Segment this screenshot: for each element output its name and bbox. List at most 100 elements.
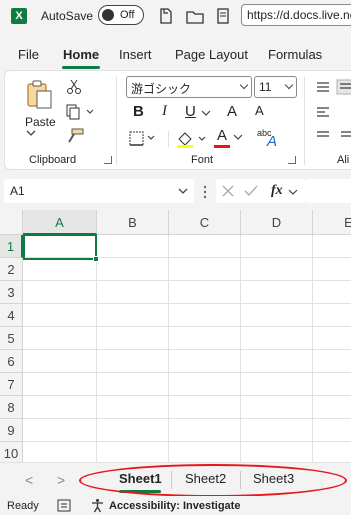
prev-sheet-button[interactable]: <	[25, 472, 33, 488]
gridline	[23, 326, 351, 327]
enter-check-icon[interactable]	[244, 185, 258, 197]
spreadsheet-grid[interactable]: A B C D E 1 2 3 4 5 6 7 8 9 10	[0, 210, 351, 462]
row-header-10[interactable]: 10	[0, 442, 23, 462]
row-header-3[interactable]: 3	[0, 281, 23, 304]
gridline	[240, 235, 241, 462]
accessibility-icon[interactable]	[90, 498, 105, 513]
fill-handle[interactable]	[93, 256, 99, 262]
excel-logo-icon: X	[11, 8, 27, 24]
gridline	[23, 303, 351, 304]
fill-color-icon[interactable]	[175, 129, 209, 149]
font-color-button[interactable]: A	[217, 127, 227, 144]
row-header-1[interactable]: 1	[0, 235, 23, 258]
tab-formulas[interactable]: Formulas	[268, 47, 322, 62]
row-header-8[interactable]: 8	[0, 396, 23, 419]
chevron-down-icon[interactable]	[25, 129, 37, 137]
autosave-toggle[interactable]: Off	[98, 5, 144, 25]
url-field[interactable]: https://d.docs.live.ne	[241, 4, 351, 26]
formula-input[interactable]	[306, 179, 351, 203]
more-options-icon[interactable]	[203, 185, 207, 199]
clipboard-group-label: Clipboard	[29, 154, 77, 166]
copy-icon[interactable]	[66, 104, 96, 120]
name-box[interactable]: A1	[4, 179, 194, 203]
group-separator	[304, 77, 305, 165]
borders-icon[interactable]	[129, 131, 157, 147]
toggle-knob	[102, 9, 114, 21]
font-dialog-launcher-icon[interactable]	[288, 156, 296, 164]
row-header-2[interactable]: 2	[0, 258, 23, 281]
row-header-6[interactable]: 6	[0, 350, 23, 373]
status-bar: Ready Accessibility: Investigate	[0, 496, 351, 515]
column-header-d[interactable]: D	[241, 210, 313, 235]
clipboard-dialog-launcher-icon[interactable]	[104, 156, 112, 164]
bold-button[interactable]: B	[133, 103, 144, 120]
tab-file[interactable]: File	[18, 47, 39, 62]
row-header-4[interactable]: 4	[0, 304, 23, 327]
active-sheet-indicator	[119, 490, 161, 493]
row-header-5[interactable]: 5	[0, 327, 23, 350]
chevron-down-icon	[178, 188, 188, 194]
column-header-c[interactable]: C	[169, 210, 241, 235]
cut-icon[interactable]	[66, 79, 82, 95]
chevron-down-icon	[239, 80, 249, 90]
paste-icon[interactable]	[25, 79, 55, 111]
row-header-9[interactable]: 9	[0, 419, 23, 442]
column-header-b[interactable]: B	[97, 210, 169, 235]
select-all-corner[interactable]	[0, 210, 23, 235]
column-header-a[interactable]: A	[23, 210, 97, 235]
gridline	[23, 441, 351, 442]
insert-function-button[interactable]: fx	[271, 183, 283, 199]
gridline	[96, 235, 97, 462]
gridline	[168, 235, 169, 462]
gridline	[23, 395, 351, 396]
sheet-tab-sheet2[interactable]: Sheet2	[185, 471, 226, 486]
accessibility-status[interactable]: Accessibility: Investigate	[109, 500, 240, 512]
title-bar: X AutoSave Off https://d.docs.live.ne	[0, 0, 351, 31]
phonetic-a: A	[267, 133, 278, 150]
sheet-tab-sheet1[interactable]: Sheet1	[119, 471, 162, 486]
chevron-down-icon	[284, 80, 294, 90]
sheet-tab-bar: < > Sheet1 Sheet2 Sheet3	[0, 462, 351, 497]
ribbon-tabs: File Home Insert Page Layout Formulas	[0, 40, 351, 69]
chevron-down-icon[interactable]	[288, 188, 298, 196]
gridline	[23, 372, 351, 373]
alignment-icons[interactable]	[315, 79, 351, 149]
format-painter-icon[interactable]	[66, 128, 84, 144]
active-cell-a1[interactable]	[23, 234, 99, 262]
gridline	[23, 418, 351, 419]
autosave-state: Off	[120, 9, 135, 21]
row-header-7[interactable]: 7	[0, 373, 23, 396]
group-separator	[116, 77, 117, 165]
workbook-stats-icon[interactable]	[57, 499, 71, 512]
formula-actions: fx	[216, 179, 306, 203]
folder-icon[interactable]	[185, 6, 205, 26]
tab-home[interactable]: Home	[63, 47, 99, 62]
cancel-icon[interactable]	[222, 185, 234, 197]
gridline	[312, 235, 313, 462]
save-icon[interactable]	[156, 6, 176, 26]
paste-label[interactable]: Paste	[25, 115, 56, 129]
gridline	[23, 280, 351, 281]
tab-page-layout[interactable]: Page Layout	[175, 47, 248, 62]
font-group-label: Font	[191, 154, 214, 166]
next-sheet-button[interactable]: >	[57, 472, 65, 488]
column-header-e[interactable]: E	[313, 210, 351, 235]
document-icon[interactable]	[213, 6, 233, 26]
active-tab-indicator	[62, 66, 100, 69]
tab-insert[interactable]: Insert	[119, 47, 152, 62]
italic-button[interactable]: I	[162, 103, 167, 120]
alignment-group-label: Ali	[337, 154, 350, 166]
status-ready: Ready	[7, 500, 39, 512]
tab-divider	[171, 471, 172, 489]
chevron-down-icon[interactable]	[233, 133, 243, 141]
ribbon: Paste Clipboard 游ゴシック 11 B I U A A A abc…	[4, 70, 351, 170]
font-name-select[interactable]: 游ゴシック	[126, 76, 252, 98]
font-size-select[interactable]: 11	[254, 76, 297, 98]
gridline	[23, 349, 351, 350]
grow-font-button[interactable]: A	[227, 103, 237, 120]
chevron-down-icon[interactable]	[201, 109, 211, 117]
sheet-tab-sheet3[interactable]: Sheet3	[253, 471, 294, 486]
formula-bar: A1 fx	[0, 176, 351, 206]
shrink-font-button[interactable]: A	[255, 103, 264, 118]
underline-button[interactable]: U	[185, 103, 196, 120]
